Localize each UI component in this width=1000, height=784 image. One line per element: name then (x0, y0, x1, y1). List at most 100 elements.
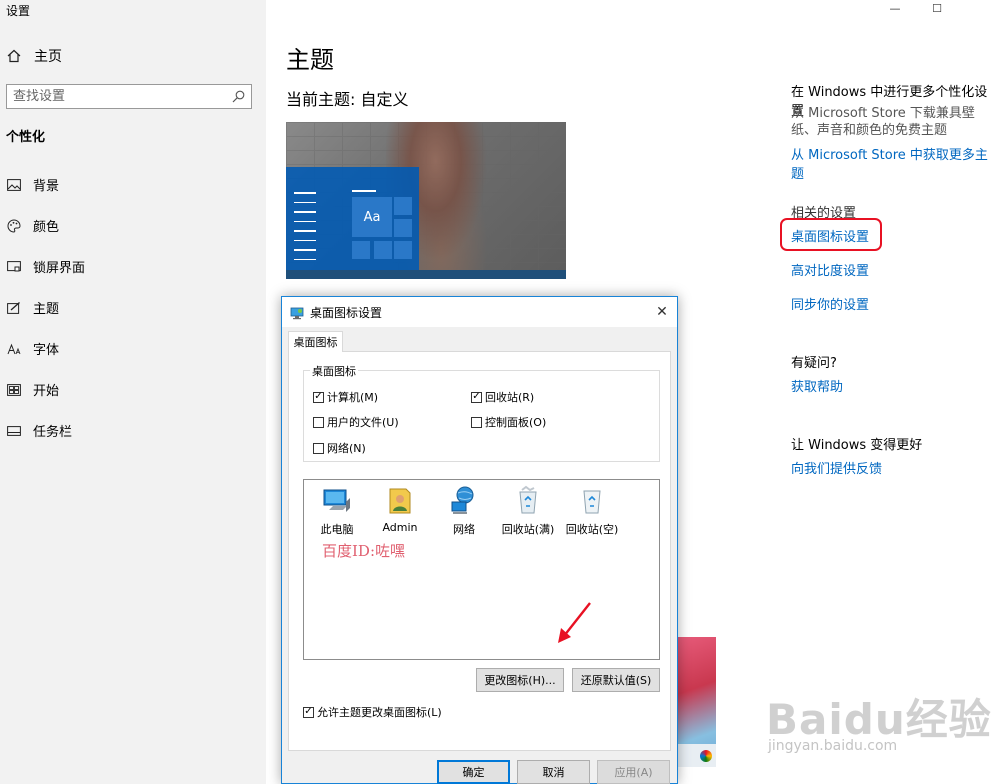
sidebar-item-label: 主页 (34, 49, 62, 65)
user-folder-icon (389, 488, 411, 514)
theme-preview: Aa (286, 122, 566, 279)
maximize-button[interactable]: ☐ (916, 0, 958, 16)
sidebar-item-background[interactable]: 背景 (6, 164, 85, 205)
picture-icon (6, 177, 22, 193)
sidebar-item-colors[interactable]: 颜色 (6, 205, 85, 246)
icon-item-recycle-bin-full[interactable]: 回收站(满) (497, 484, 559, 537)
icon-item-network[interactable]: 网络 (433, 484, 495, 537)
search-input[interactable] (13, 89, 231, 104)
checkbox-checked[interactable]: ✓ (471, 391, 482, 403)
checkbox-control-panel[interactable]: 控制面板(O) (471, 414, 546, 430)
taskbar-icon (6, 423, 22, 439)
icon-label: 回收站(空) (565, 523, 619, 536)
font-icon (6, 341, 22, 357)
preview-tile (352, 241, 370, 259)
preview-tile (374, 241, 392, 259)
network-icon (451, 486, 474, 514)
desktop-icon-list[interactable]: 此电脑 Admin 网络 回收站(满) 回收站(空) 百度ID:咗嘿 (303, 479, 660, 660)
checkbox-computer[interactable]: ✓ 计算机(M) (313, 389, 378, 405)
preview-tile (394, 241, 412, 259)
checkbox-label: 允许主题更改桌面图标(L) (317, 706, 442, 719)
icon-label: 回收站(满) (501, 523, 555, 536)
checkbox-checked[interactable]: ✓ (303, 706, 314, 718)
home-icon (6, 48, 22, 64)
baidu-url: jingyan.baidu.com (768, 738, 898, 754)
icon-item-admin[interactable]: Admin (369, 484, 431, 534)
ok-button[interactable]: 确定 (437, 760, 510, 784)
desktop-icon-settings-dialog: 桌面图标设置 ✕ 桌面图标 桌面图标 ✓ 计算机(M) ✓ 回收站(R) 用户的… (281, 296, 678, 784)
sidebar-item-fonts[interactable]: 字体 (6, 328, 85, 369)
change-icon-button[interactable]: 更改图标(H)... (476, 668, 564, 692)
recycle-bin-empty-icon (583, 490, 601, 514)
feedback-link[interactable]: 向我们提供反馈 (791, 458, 882, 477)
tab-panel: 桌面图标 ✓ 计算机(M) ✓ 回收站(R) 用户的文件(U) 控制面板(O) … (288, 351, 671, 751)
get-help-link[interactable]: 获取帮助 (791, 376, 843, 395)
more-personalization-desc: 从 Microsoft Store 下载兼具壁纸、声音和颜色的免费主题 (791, 106, 975, 138)
icon-label: Admin (382, 521, 418, 534)
groupbox-label: 桌面图标 (310, 363, 358, 379)
preview-sample-text: Aa (352, 197, 392, 237)
icon-label: 网络 (453, 523, 475, 536)
preview-tile (394, 219, 412, 237)
sidebar-item-home[interactable]: 主页 (6, 46, 62, 66)
baidu-watermark: Baidu经验 jingyan.baidu.com (752, 686, 992, 766)
palette-icon (6, 218, 22, 234)
sidebar-item-label: 字体 (33, 343, 60, 358)
sidebar-item-label: 主题 (33, 302, 60, 317)
checkbox-unchecked[interactable] (313, 442, 324, 454)
checkbox-label: 控制面板(O) (485, 416, 547, 429)
checkbox-network[interactable]: 网络(N) (313, 440, 366, 456)
checkbox-label: 网络(N) (327, 442, 366, 455)
restore-default-button[interactable]: 还原默认值(S) (572, 668, 660, 692)
icon-item-recycle-bin-empty[interactable]: 回收站(空) (561, 484, 623, 537)
checkbox-unchecked[interactable] (313, 416, 324, 428)
icon-item-this-pc[interactable]: 此电脑 (306, 484, 368, 537)
sidebar-item-label: 任务栏 (33, 425, 73, 440)
page-title: 主题 (286, 46, 334, 74)
dialog-close-button[interactable]: ✕ (647, 297, 677, 327)
section-title: 个性化 (6, 130, 46, 145)
icon-label: 此电脑 (320, 523, 354, 536)
checkbox-user-files[interactable]: 用户的文件(U) (313, 414, 399, 430)
high-contrast-link[interactable]: 高对比度设置 (791, 260, 869, 279)
start-icon (6, 382, 22, 398)
app-title: 设置 (6, 4, 31, 18)
minimize-button[interactable]: — (874, 0, 916, 16)
checkbox-checked[interactable]: ✓ (313, 391, 324, 403)
sidebar: 设置 主页 个性化 背景 颜色 锁屏界面 (0, 0, 266, 784)
cancel-button[interactable]: 取消 (517, 760, 590, 784)
checkbox-allow-themes[interactable]: ✓ 允许主题更改桌面图标(L) (303, 704, 442, 720)
desktop-icons-groupbox: 桌面图标 ✓ 计算机(M) ✓ 回收站(R) 用户的文件(U) 控制面板(O) … (303, 363, 660, 462)
sidebar-item-label: 开始 (33, 384, 60, 399)
nav-list: 背景 颜色 锁屏界面 主题 字体 开始 任务栏 (6, 164, 85, 451)
computer-icon (323, 489, 350, 512)
theme-icon (6, 300, 22, 316)
search-box[interactable] (6, 84, 252, 109)
desktop-settings-icon (290, 305, 304, 320)
question-heading: 有疑问? (791, 356, 837, 371)
sidebar-item-lock-screen[interactable]: 锁屏界面 (6, 246, 85, 287)
sidebar-item-label: 颜色 (33, 220, 60, 235)
preview-tile-line (352, 190, 376, 192)
sync-settings-link[interactable]: 同步你的设置 (791, 294, 869, 313)
sidebar-item-start[interactable]: 开始 (6, 369, 85, 410)
search-icon[interactable] (231, 90, 245, 104)
preview-taskbar (286, 270, 566, 279)
sidebar-item-themes[interactable]: 主题 (6, 287, 85, 328)
dialog-titlebar[interactable]: 桌面图标设置 ✕ (282, 297, 677, 327)
checkbox-unchecked[interactable] (471, 416, 482, 428)
checkbox-label: 用户的文件(U) (327, 416, 399, 429)
store-themes-link[interactable]: 从 Microsoft Store 中获取更多主题 (791, 144, 1000, 182)
arrow-annotation-icon (558, 602, 591, 643)
highlight-annotation (780, 218, 882, 251)
sidebar-item-label: 锁屏界面 (33, 261, 86, 276)
close-window-button[interactable] (958, 0, 1000, 16)
checkbox-recycle-bin[interactable]: ✓ 回收站(R) (471, 389, 534, 405)
checkbox-label: 计算机(M) (327, 391, 379, 404)
apply-button[interactable]: 应用(A) (597, 760, 670, 784)
dialog-title: 桌面图标设置 (310, 305, 383, 320)
sidebar-item-taskbar[interactable]: 任务栏 (6, 410, 85, 451)
tab-desktop-icons[interactable]: 桌面图标 (288, 331, 343, 352)
window-controls: — ☐ (874, 0, 1000, 16)
checkbox-label: 回收站(R) (485, 391, 535, 404)
